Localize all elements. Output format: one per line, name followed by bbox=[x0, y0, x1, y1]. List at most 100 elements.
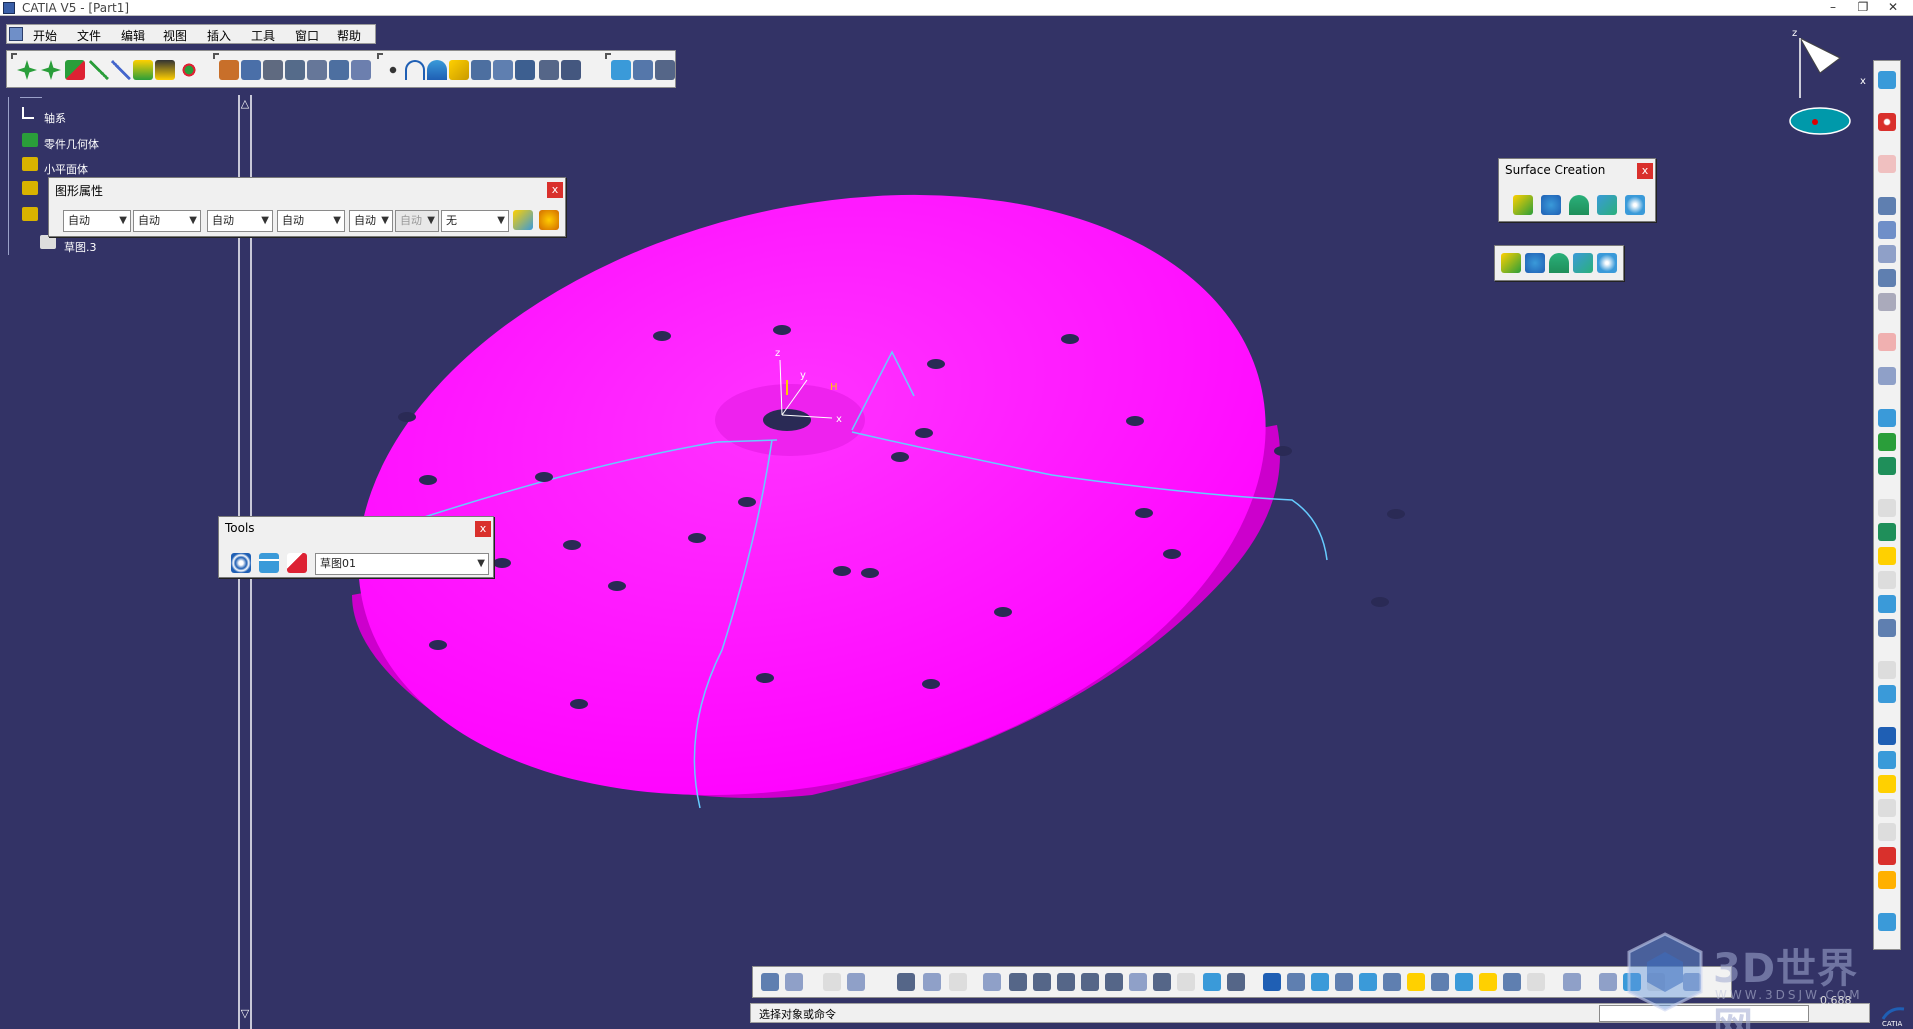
extrude-icon[interactable] bbox=[471, 60, 491, 80]
body-icon[interactable] bbox=[22, 133, 38, 147]
cloud-remove-icon[interactable] bbox=[1878, 269, 1896, 287]
geoset-3-icon[interactable] bbox=[22, 207, 38, 221]
shading-icon[interactable] bbox=[1203, 973, 1221, 991]
translate-icon[interactable] bbox=[41, 60, 61, 80]
activate-icon[interactable] bbox=[351, 60, 371, 80]
zoom-in-icon[interactable] bbox=[1081, 973, 1099, 991]
line-type-select[interactable]: 自动 ▼ bbox=[349, 210, 393, 232]
blend-icon[interactable] bbox=[1878, 751, 1896, 769]
geoset-2-icon[interactable] bbox=[22, 181, 38, 195]
undo-icon[interactable] bbox=[761, 973, 779, 991]
scan-curve-icon[interactable] bbox=[1878, 523, 1896, 541]
sketch-select[interactable]: 草图01 ▼ bbox=[315, 553, 489, 575]
toolbar-grip-3[interactable] bbox=[377, 53, 383, 59]
tree-node-part-body[interactable]: 零件几何体 bbox=[44, 136, 99, 152]
auto-surface-icon[interactable] bbox=[1625, 195, 1645, 215]
stop-icon[interactable] bbox=[1878, 113, 1896, 131]
view-mode-11-icon[interactable] bbox=[1527, 973, 1545, 991]
tree-node-axis[interactable]: 轴系 bbox=[44, 110, 66, 126]
view-mode-5-icon[interactable] bbox=[1383, 973, 1401, 991]
document-icon[interactable] bbox=[9, 27, 23, 41]
graphic-properties-close-button[interactable]: x bbox=[547, 182, 563, 198]
section-icon[interactable] bbox=[329, 60, 349, 80]
analysis-icon[interactable] bbox=[611, 60, 631, 80]
spiral-icon[interactable] bbox=[231, 553, 251, 573]
no-entry-icon[interactable] bbox=[179, 60, 199, 80]
trim-icon[interactable] bbox=[1878, 823, 1896, 841]
mesh-smooth-icon[interactable] bbox=[1878, 433, 1896, 451]
view-mode-10-icon[interactable] bbox=[1503, 973, 1521, 991]
move-icon[interactable] bbox=[17, 60, 37, 80]
menu-window[interactable]: 窗口 bbox=[295, 27, 319, 44]
split-icon[interactable] bbox=[1878, 799, 1896, 817]
minimize-button[interactable]: – bbox=[1818, 0, 1848, 16]
view-mode-2-icon[interactable] bbox=[1311, 973, 1329, 991]
layer-select[interactable]: 无 ▼ bbox=[441, 210, 509, 232]
point-icon[interactable] bbox=[383, 60, 403, 80]
line-tool-icon[interactable] bbox=[89, 60, 109, 80]
cloud-import-icon[interactable] bbox=[1878, 197, 1896, 215]
select-icon[interactable] bbox=[1878, 333, 1896, 351]
power-fit-2-icon[interactable] bbox=[1501, 253, 1521, 273]
tools-close-button[interactable]: x bbox=[475, 521, 491, 537]
pcs-icon[interactable] bbox=[1878, 155, 1896, 173]
curve-projection-icon[interactable] bbox=[1878, 571, 1896, 589]
hide-show-icon[interactable] bbox=[1227, 973, 1245, 991]
comment-icon[interactable] bbox=[847, 973, 865, 991]
power-fit-icon[interactable] bbox=[1513, 195, 1533, 215]
fly-mode-icon[interactable] bbox=[983, 973, 1001, 991]
tree-list-icon[interactable] bbox=[259, 553, 279, 573]
menu-file[interactable]: 文件 bbox=[77, 27, 101, 44]
surface-icon[interactable] bbox=[1878, 685, 1896, 703]
transparency-select[interactable]: 自动 ▼ bbox=[133, 210, 201, 232]
surface-network-icon[interactable] bbox=[1569, 195, 1589, 215]
menu-start[interactable]: 开始 bbox=[33, 27, 57, 44]
pan-icon[interactable] bbox=[1033, 973, 1051, 991]
toolbar-grip-2[interactable] bbox=[213, 53, 219, 59]
close-button[interactable]: ✕ bbox=[1878, 0, 1908, 16]
depth-icon[interactable] bbox=[1599, 973, 1617, 991]
iso-view-icon[interactable] bbox=[1177, 973, 1195, 991]
curve-create-icon[interactable] bbox=[1878, 499, 1896, 517]
table-icon[interactable] bbox=[897, 973, 915, 991]
formula-icon[interactable] bbox=[823, 973, 841, 991]
scroll-up-icon[interactable]: △ bbox=[239, 97, 251, 110]
line-color-select[interactable]: 自动 ▼ bbox=[207, 210, 273, 232]
filter-icon[interactable] bbox=[307, 60, 327, 80]
measure-icon[interactable] bbox=[155, 60, 175, 80]
menu-edit[interactable]: 编辑 bbox=[121, 27, 145, 44]
build-icon[interactable] bbox=[241, 60, 261, 80]
cloud-icon[interactable] bbox=[285, 60, 305, 80]
help-cursor-icon[interactable] bbox=[655, 60, 675, 80]
view-mode-1-icon[interactable] bbox=[1287, 973, 1305, 991]
analysis-icon[interactable] bbox=[1878, 913, 1896, 931]
sketch-icon[interactable] bbox=[40, 235, 56, 249]
offset-icon[interactable] bbox=[133, 60, 153, 80]
basic-surface-2-icon[interactable] bbox=[1525, 253, 1545, 273]
arc-icon[interactable] bbox=[427, 60, 447, 80]
line-tool-2-icon[interactable] bbox=[111, 60, 131, 80]
format-painter-icon[interactable] bbox=[513, 210, 533, 230]
geoset-icon[interactable] bbox=[22, 157, 38, 171]
deviation-icon[interactable] bbox=[633, 60, 653, 80]
cloud-edit-icon[interactable] bbox=[1878, 221, 1896, 239]
mesh-creation-icon[interactable] bbox=[1878, 367, 1896, 385]
sweep-icon[interactable] bbox=[515, 60, 535, 80]
surface-network-2-icon[interactable] bbox=[1549, 253, 1569, 273]
toolbar-grip[interactable] bbox=[11, 53, 17, 59]
properties-icon[interactable] bbox=[539, 210, 559, 230]
axis-system-icon[interactable] bbox=[22, 107, 34, 119]
revolve-icon[interactable] bbox=[493, 60, 513, 80]
mesh-cleaner-icon[interactable] bbox=[1878, 457, 1896, 475]
planar-icon[interactable] bbox=[449, 60, 469, 80]
menu-view[interactable]: 视图 bbox=[163, 27, 187, 44]
surface-creation-close-button[interactable]: x bbox=[1637, 163, 1653, 179]
multi-view-icon[interactable] bbox=[1153, 973, 1171, 991]
circle-icon[interactable] bbox=[1878, 661, 1896, 679]
untrim-icon[interactable] bbox=[1878, 871, 1896, 889]
tree-expand-icon[interactable] bbox=[923, 973, 941, 991]
auto-surface-2-icon[interactable] bbox=[1597, 253, 1617, 273]
restore-button[interactable]: ❐ bbox=[1848, 0, 1878, 16]
view-mode-3-icon[interactable] bbox=[1335, 973, 1353, 991]
line-thickness-select[interactable]: 自动 ▼ bbox=[277, 210, 345, 232]
